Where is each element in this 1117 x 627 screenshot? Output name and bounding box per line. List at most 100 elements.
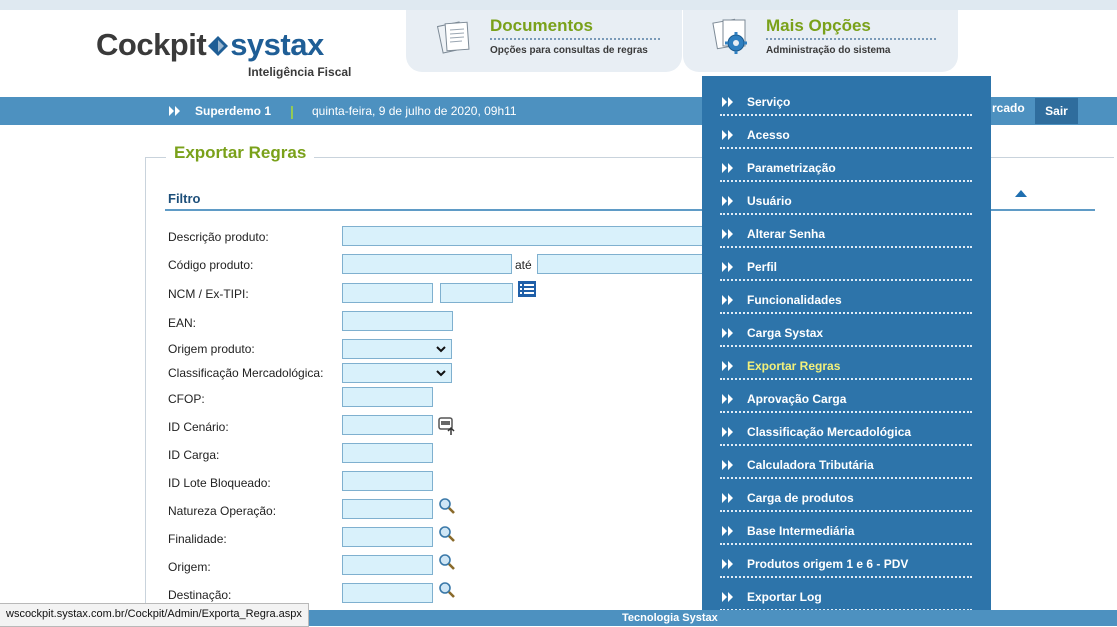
search-icon[interactable] (438, 525, 456, 543)
label-origem: Origem: (168, 560, 211, 574)
label-ncm: NCM / Ex-TIPI: (168, 287, 249, 301)
double-arrow-icon (722, 361, 733, 371)
input-ex-tipi[interactable] (440, 283, 513, 303)
menu-item-label: Serviço (747, 95, 791, 109)
upload-scenario-icon[interactable] (438, 416, 456, 436)
double-arrow-icon (722, 295, 733, 305)
input-natureza-operacao[interactable] (342, 499, 433, 519)
input-codigo-produto-ate[interactable] (537, 254, 712, 274)
menu-item-label: Alterar Senha (747, 227, 826, 241)
label-origem-produto: Origem produto: (168, 342, 255, 356)
tab-documentos-title: Documentos (490, 16, 593, 35)
menu-item[interactable]: Base Intermediária (720, 514, 972, 547)
tab-mais-opcoes[interactable]: Mais Opções Administração do sistema (683, 10, 958, 72)
input-id-carga[interactable] (342, 443, 433, 463)
menu-item-label: Acesso (747, 128, 790, 142)
search-icon[interactable] (438, 553, 456, 571)
double-arrow-icon (722, 229, 733, 239)
menu-item[interactable]: Acesso (720, 118, 972, 151)
double-arrow-icon (722, 196, 733, 206)
menu-item-divider (720, 444, 972, 446)
input-cfop[interactable] (342, 387, 433, 407)
input-ean[interactable] (342, 311, 453, 331)
menu-item-divider (720, 246, 972, 248)
select-origem-produto[interactable] (342, 339, 452, 359)
partial-link[interactable]: rcado (992, 101, 1025, 115)
input-finalidade[interactable] (342, 527, 433, 547)
label-destinacao: Destinação: (168, 588, 232, 602)
menu-item[interactable]: Produtos origem 1 e 6 - PDV (720, 547, 972, 580)
menu-item[interactable]: Alterar Senha (720, 217, 972, 250)
double-arrow-icon (722, 163, 733, 173)
input-codigo-produto-de[interactable] (342, 254, 512, 274)
documents-icon (436, 21, 470, 54)
menu-item-divider (720, 477, 972, 479)
footer-text: Tecnologia Systax (622, 612, 718, 624)
browser-status-url: wscockpit.systax.com.br/Cockpit/Admin/Ex… (0, 603, 309, 627)
double-arrow-icon (722, 328, 733, 338)
input-origem[interactable] (342, 555, 433, 575)
double-arrow-icon (722, 592, 733, 602)
menu-item-label: Usuário (747, 194, 792, 208)
double-arrow-icon (722, 526, 733, 536)
menu-item-label: Parametrização (747, 161, 836, 175)
menu-item-label: Carga Systax (747, 326, 824, 340)
menu-item[interactable]: Classificação Mercadológica (720, 415, 972, 448)
logo-text-left: Cockpit (96, 27, 207, 62)
menu-item-label: Exportar Regras (747, 359, 841, 373)
menu-item-divider (720, 279, 972, 281)
tab-documentos-subtitle: Opções para consultas de regras (490, 45, 648, 56)
menu-item-divider (720, 114, 972, 116)
menu-item[interactable]: Calculadora Tributária (720, 448, 972, 481)
logo-mark-icon (208, 36, 229, 56)
menu-item-label: Carga de produtos (747, 491, 854, 505)
menu-item-label: Aprovação Carga (747, 392, 847, 406)
menu-item-label: Perfil (747, 260, 778, 274)
collapse-up-icon[interactable] (1015, 190, 1027, 197)
menu-item-divider (720, 510, 972, 512)
label-natureza-operacao: Natureza Operação: (168, 504, 277, 518)
menu-item[interactable]: Carga Systax (720, 316, 972, 349)
chevron-down-icon (436, 370, 446, 377)
menu-item[interactable]: Parametrização (720, 151, 972, 184)
label-id-cenario: ID Cenário: (168, 420, 229, 434)
input-id-lote-bloqueado[interactable] (342, 471, 433, 491)
menu-item[interactable]: Usuário (720, 184, 972, 217)
menu-item[interactable]: Exportar Regras (720, 349, 972, 382)
gear-icon (712, 18, 747, 54)
menu-item[interactable]: Carga de produtos (720, 481, 972, 514)
double-arrow-icon (722, 130, 733, 140)
search-icon[interactable] (438, 497, 456, 515)
menu-item[interactable]: Serviço (720, 85, 972, 118)
menu-item[interactable]: Aprovação Carga (720, 382, 972, 415)
label-codigo-produto: Código produto: (168, 258, 254, 272)
logo-tagline: Inteligência Fiscal (248, 65, 352, 79)
menu-item[interactable]: Funcionalidades (720, 283, 972, 316)
current-date: quinta-feira, 9 de julho de 2020, 09h11 (312, 104, 517, 118)
search-icon[interactable] (438, 581, 456, 599)
input-descricao-produto[interactable] (342, 226, 712, 246)
select-classificacao-mercadologica[interactable] (342, 363, 452, 383)
double-arrow-icon (722, 493, 733, 503)
label-id-lote-bloqueado: ID Lote Bloqueado: (168, 476, 271, 490)
double-arrow-icon (722, 427, 733, 437)
bar-separator: | (290, 103, 294, 119)
header-top-band (0, 0, 1117, 10)
logo[interactable]: Cockpit systax (96, 28, 324, 62)
input-destinacao[interactable] (342, 583, 433, 603)
page-title: Exportar Regras (166, 143, 315, 163)
menu-item-label: Produtos origem 1 e 6 - PDV (747, 557, 909, 571)
logout-button[interactable]: Sair (1035, 98, 1078, 124)
input-ncm[interactable] (342, 283, 433, 303)
menu-item-divider (720, 543, 972, 545)
tab-mais-opcoes-subtitle: Administração do sistema (766, 45, 891, 56)
input-id-cenario[interactable] (342, 415, 433, 435)
menu-item[interactable]: Perfil (720, 250, 972, 283)
menu-item-divider (720, 180, 972, 182)
tab-documentos[interactable]: Documentos Opções para consultas de regr… (406, 10, 682, 72)
menu-item-divider (720, 576, 972, 578)
menu-item-label: Calculadora Tributária (747, 458, 874, 472)
menu-item[interactable]: Exportar Log (720, 580, 972, 613)
list-icon[interactable] (518, 281, 536, 297)
logo-text-right: systax (230, 27, 324, 62)
